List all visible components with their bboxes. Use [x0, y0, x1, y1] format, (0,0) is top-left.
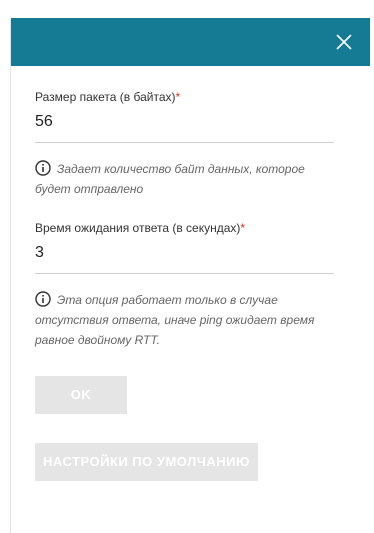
- timeout-input[interactable]: 3: [35, 235, 334, 274]
- packet-size-label: Размер пакета (в байтах)*: [35, 90, 346, 104]
- timeout-hint-text: Эта опция работает только в случае отсут…: [35, 293, 315, 347]
- info-icon: [35, 160, 51, 176]
- required-mark: *: [240, 221, 246, 235]
- dialog-header: [11, 18, 370, 66]
- packet-size-input[interactable]: 56: [35, 104, 334, 143]
- required-mark: *: [175, 90, 181, 104]
- restore-defaults-button[interactable]: НАСТРОЙКИ ПО УМОЛЧАНИЮ: [35, 443, 258, 481]
- timeout-label-text: Время ожидания ответа (в секундах): [35, 221, 241, 235]
- info-icon: [35, 291, 51, 307]
- timeout-hint: Эта опция работает только в случае отсут…: [35, 290, 338, 350]
- packet-size-hint-text: Задает количество байт данных, которое б…: [35, 162, 305, 196]
- ping-settings-dialog: Размер пакета (в байтах)* 56 Задает коли…: [10, 18, 370, 533]
- packet-size-label-text: Размер пакета (в байтах): [35, 90, 176, 104]
- ok-button[interactable]: OK: [35, 376, 127, 414]
- packet-size-hint: Задает количество байт данных, которое б…: [35, 159, 338, 199]
- timeout-label: Время ожидания ответа (в секундах)*: [35, 221, 346, 235]
- close-icon[interactable]: [334, 32, 354, 52]
- dialog-content: Размер пакета (в байтах)* 56 Задает коли…: [11, 90, 370, 481]
